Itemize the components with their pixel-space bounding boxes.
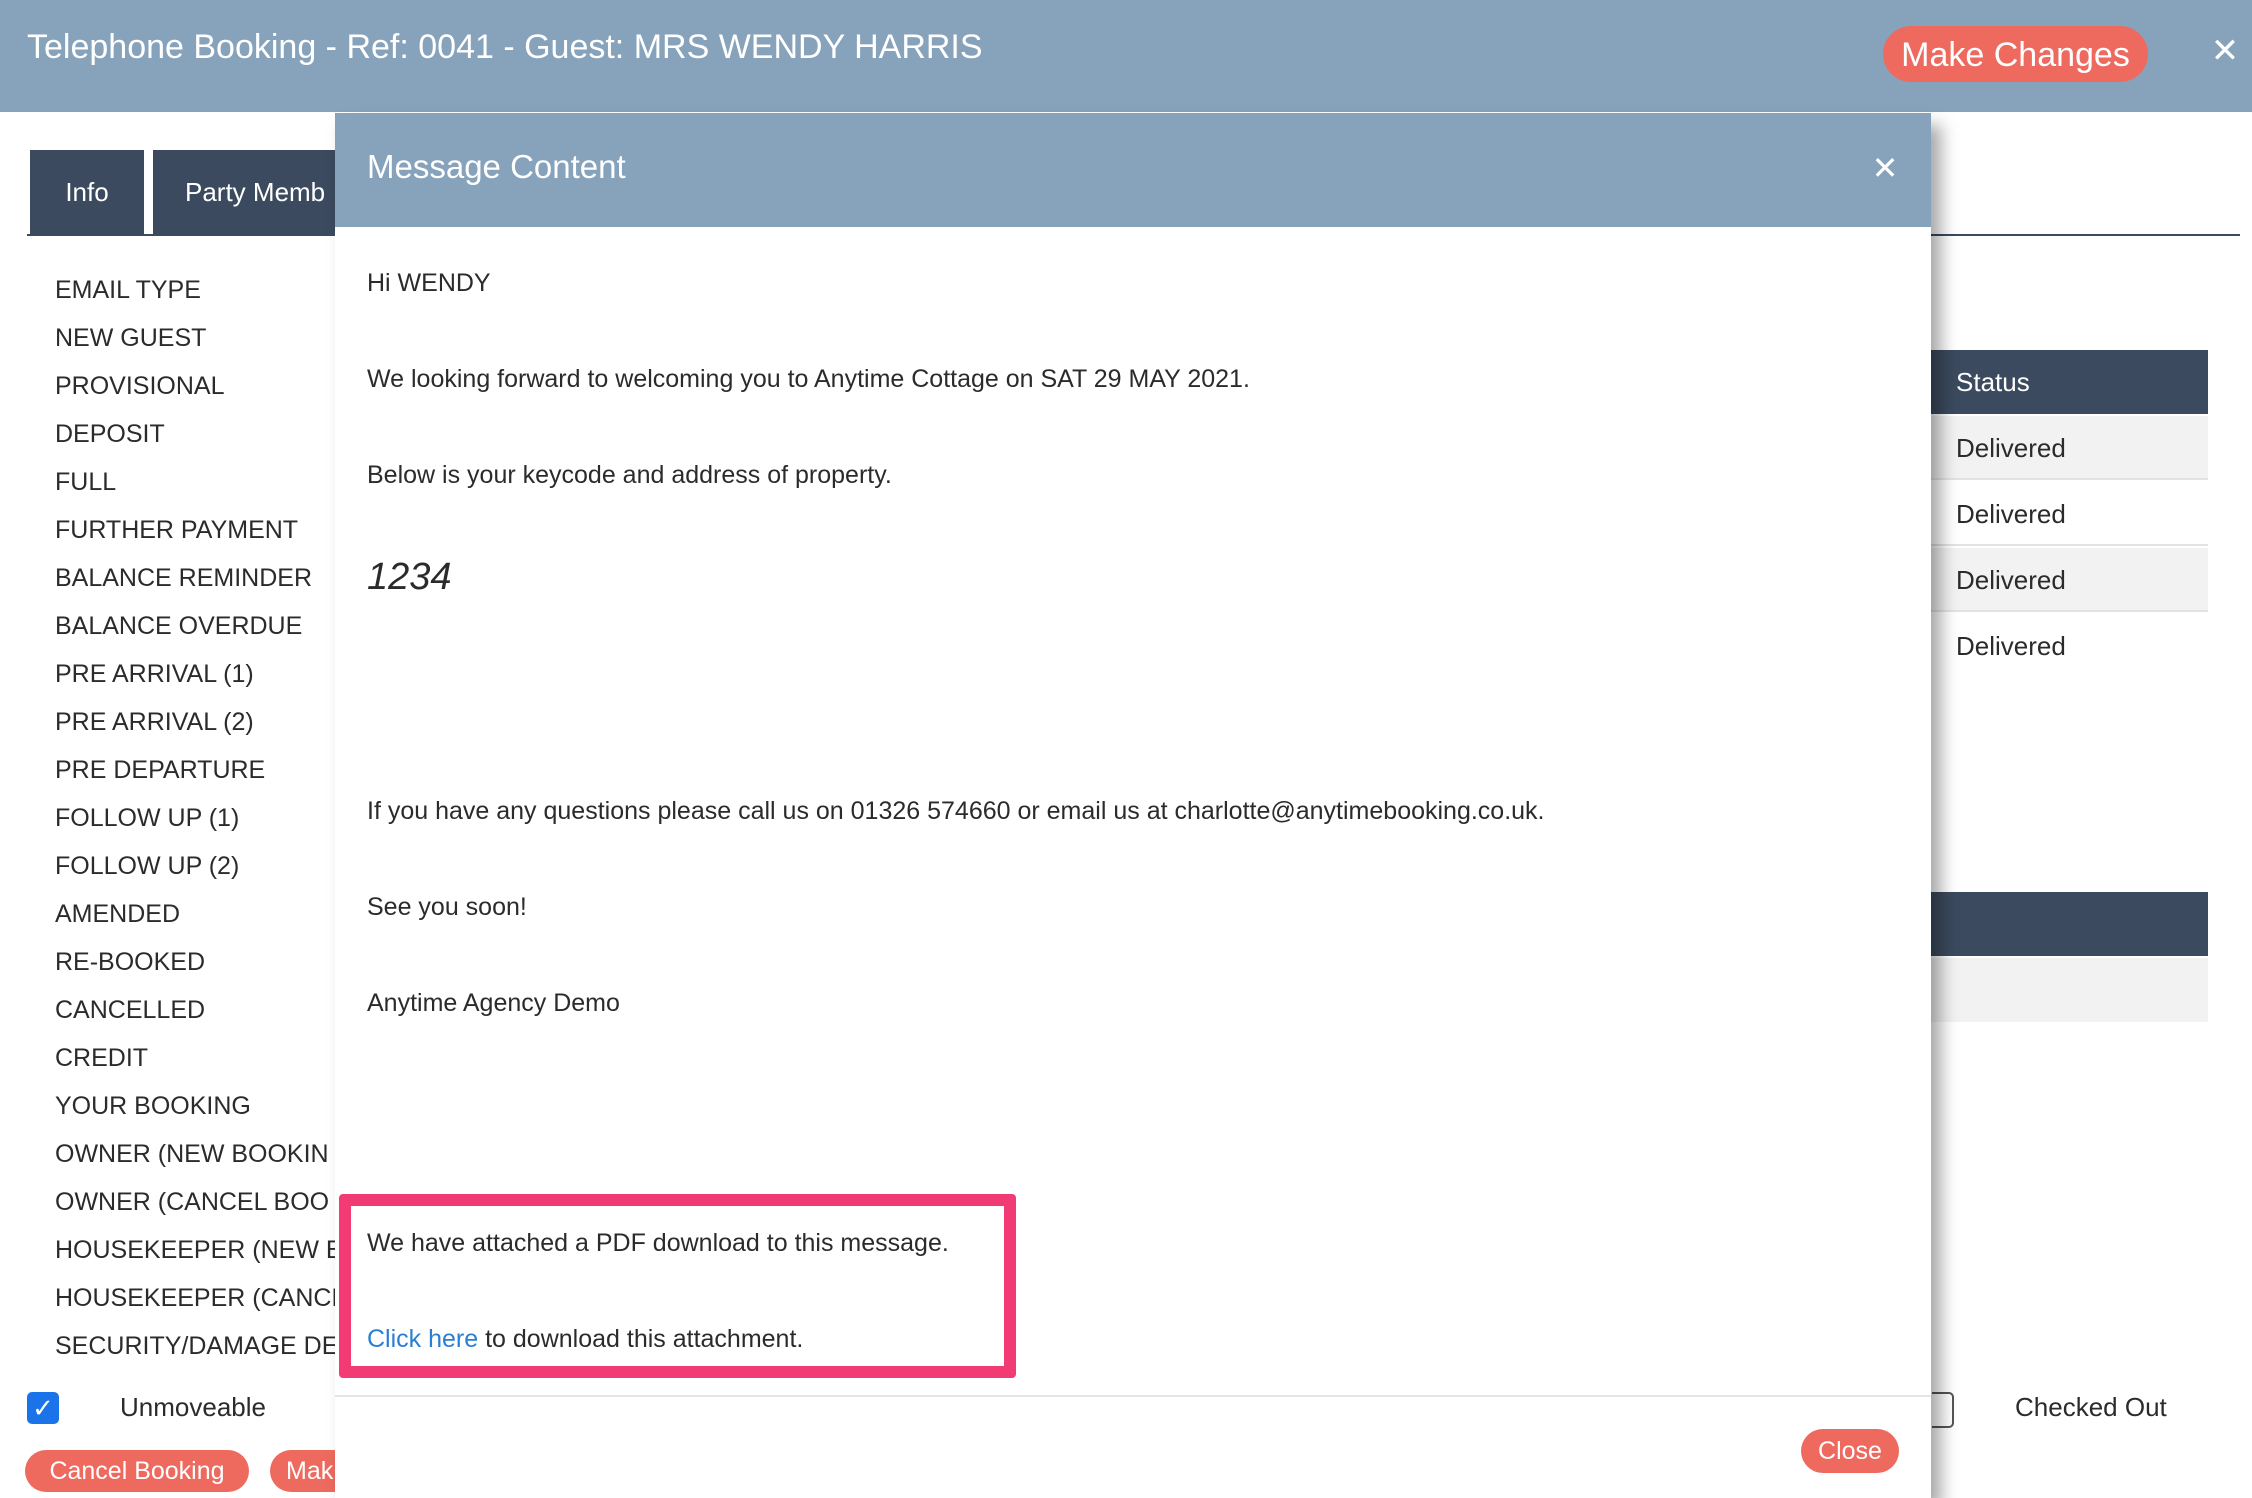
list-item[interactable]: PROVISIONAL bbox=[55, 366, 355, 414]
link-suffix-text: to download this attachment. bbox=[478, 1325, 804, 1353]
list-item[interactable]: FURTHER PAYMENT bbox=[55, 510, 355, 558]
list-item[interactable]: OWNER (CANCEL BOO bbox=[55, 1182, 355, 1230]
list-item[interactable]: FOLLOW UP (1) bbox=[55, 798, 355, 846]
email-type-list: EMAIL TYPE NEW GUEST PROVISIONAL DEPOSIT… bbox=[55, 270, 355, 1374]
modal-header: Message Content ✕ bbox=[335, 113, 1931, 227]
close-icon[interactable]: ✕ bbox=[2207, 28, 2243, 74]
message-greeting: Hi WENDY bbox=[367, 269, 491, 297]
message-line: See you soon! bbox=[367, 893, 527, 921]
tab-party-members[interactable]: Party Memb bbox=[153, 150, 343, 234]
click-here-link[interactable]: Click here bbox=[367, 1325, 478, 1353]
list-item[interactable]: CANCELLED bbox=[55, 990, 355, 1038]
list-item[interactable]: CREDIT bbox=[55, 1038, 355, 1086]
list-item[interactable]: SECURITY/DAMAGE DE bbox=[55, 1326, 355, 1374]
modal-close-icon[interactable]: ✕ bbox=[1865, 148, 1905, 188]
table-row: Delivered bbox=[1930, 548, 2208, 612]
list-item[interactable]: HOUSEKEEPER (NEW B bbox=[55, 1230, 355, 1278]
list-item[interactable]: HOUSEKEEPER (CANCE bbox=[55, 1278, 355, 1326]
attachment-text: We have attached a PDF download to this … bbox=[367, 1229, 949, 1257]
checked-out-checkbox[interactable] bbox=[1932, 1392, 1954, 1428]
tab-info[interactable]: Info bbox=[30, 150, 144, 234]
message-line: Below is your keycode and address of pro… bbox=[367, 461, 892, 489]
email-type-header: EMAIL TYPE bbox=[55, 276, 201, 304]
list-item[interactable]: YOUR BOOKING bbox=[55, 1086, 355, 1134]
message-content-modal: Message Content ✕ Hi WENDY We looking fo… bbox=[335, 113, 1931, 1498]
unmoveable-label: Unmoveable bbox=[120, 1392, 266, 1422]
unmoveable-checkbox[interactable]: ✓ bbox=[27, 1392, 59, 1424]
list-item[interactable]: PRE ARRIVAL (2) bbox=[55, 702, 355, 750]
message-signature: Anytime Agency Demo bbox=[367, 989, 620, 1017]
list-item[interactable]: PRE ARRIVAL (1) bbox=[55, 654, 355, 702]
list-item[interactable]: RE-BOOKED bbox=[55, 942, 355, 990]
section-row bbox=[1930, 958, 2208, 1022]
top-bar: Telephone Booking - Ref: 0041 - Guest: M… bbox=[0, 0, 2252, 112]
list-item[interactable]: AMENDED bbox=[55, 894, 355, 942]
list-item[interactable]: BALANCE REMINDER bbox=[55, 558, 355, 606]
keycode-text: 1234 bbox=[367, 556, 452, 598]
modal-title: Message Content bbox=[367, 148, 626, 185]
message-line: We looking forward to welcoming you to A… bbox=[367, 365, 1250, 393]
attachment-download-line: Click here to download this attachment. bbox=[367, 1325, 803, 1354]
cancel-booking-button[interactable]: Cancel Booking bbox=[25, 1450, 249, 1492]
close-button[interactable]: Close bbox=[1801, 1429, 1899, 1473]
table-row: Delivered bbox=[1930, 482, 2208, 546]
message-line: If you have any questions please call us… bbox=[367, 797, 1545, 825]
booking-title: Telephone Booking - Ref: 0041 - Guest: M… bbox=[27, 28, 983, 66]
make-changes-button[interactable]: Make Changes bbox=[1883, 26, 2148, 82]
table-row: Delivered bbox=[1956, 631, 2066, 661]
list-item[interactable]: FULL bbox=[55, 462, 355, 510]
section-header-bar bbox=[1930, 892, 2208, 956]
table-row: Delivered bbox=[1930, 416, 2208, 480]
list-item[interactable]: OWNER (NEW BOOKIN bbox=[55, 1134, 355, 1182]
list-item[interactable]: NEW GUEST bbox=[55, 318, 355, 366]
modal-footer-divider bbox=[335, 1395, 1931, 1397]
status-column-header: Status bbox=[1930, 350, 2208, 414]
checked-out-label: Checked Out bbox=[2015, 1392, 2167, 1422]
list-item[interactable]: PRE DEPARTURE bbox=[55, 750, 355, 798]
list-item[interactable]: FOLLOW UP (2) bbox=[55, 846, 355, 894]
list-item[interactable]: BALANCE OVERDUE bbox=[55, 606, 355, 654]
list-item[interactable]: DEPOSIT bbox=[55, 414, 355, 462]
